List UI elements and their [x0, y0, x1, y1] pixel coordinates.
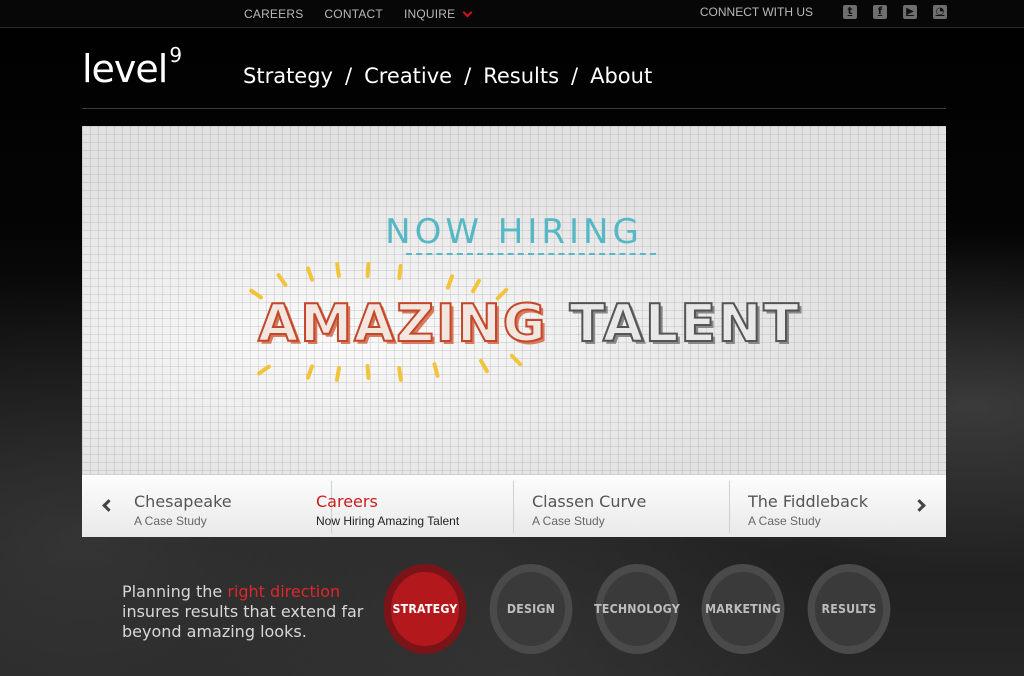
tagline: Planning the right direction insures res…	[122, 582, 372, 642]
careers-link[interactable]: CAREERS	[244, 7, 303, 21]
ray	[508, 352, 524, 368]
ray	[365, 363, 371, 381]
strategy-button[interactable]: STRATEGY	[383, 564, 467, 654]
logo[interactable]: level 9	[82, 45, 182, 91]
ray	[445, 273, 455, 291]
inquire-link[interactable]: INQUIRE	[403, 7, 473, 21]
nav-separator: /	[464, 64, 472, 88]
ray	[305, 265, 315, 283]
carousel-item-subtitle: A Case Study	[532, 514, 605, 528]
connect-with-us: CONNECT WITH US t f ▶ ◔	[700, 5, 947, 19]
nav-separator: /	[571, 64, 579, 88]
rss-icon[interactable]: ◔	[933, 5, 947, 19]
chevron-left-icon[interactable]	[102, 499, 115, 512]
nav-about[interactable]: About	[590, 64, 652, 88]
carousel-item[interactable]: Careers Now Hiring Amazing Talent	[298, 481, 514, 533]
inquire-label: INQUIRE	[403, 7, 456, 21]
carousel-item-subtitle: A Case Study	[748, 514, 821, 528]
nav-creative[interactable]: Creative	[364, 64, 452, 88]
connect-label: CONNECT WITH US	[699, 5, 813, 19]
ray	[275, 272, 289, 288]
carousel-item-title: Classen Curve	[532, 492, 647, 511]
service-buttons: STRATEGY DESIGN TECHNOLOGY MARKETING RES…	[380, 564, 894, 654]
carousel-item-subtitle: Now Hiring Amazing Talent	[316, 514, 460, 528]
top-bar: CAREERS CONTACT INQUIRE CONNECT WITH US …	[0, 0, 1024, 28]
hero-banner[interactable]: NOW HIRING AMAZING TALENT	[82, 126, 946, 474]
contact-link[interactable]: CONTACT	[324, 7, 383, 21]
carousel-track: Chesapeake A Case Study Careers Now Hiri…	[130, 481, 913, 533]
ray	[478, 358, 490, 374]
nav-strategy[interactable]: Strategy	[243, 64, 333, 88]
design-button[interactable]: DESIGN	[489, 564, 573, 654]
hero-tagline: AMAZING TALENT	[257, 293, 801, 355]
carousel-item[interactable]: Classen Curve A Case Study	[514, 481, 730, 533]
chevron-right-icon[interactable]	[913, 499, 926, 512]
results-button[interactable]: RESULTS	[807, 564, 891, 654]
logo-text: level	[82, 47, 168, 91]
ray	[397, 263, 403, 281]
marketing-button[interactable]: MARKETING	[701, 564, 785, 654]
amazing-word: AMAZING	[257, 293, 548, 355]
headline-underline	[406, 253, 656, 255]
carousel-item[interactable]: The Fiddleback A Case Study	[730, 481, 913, 533]
twitter-icon[interactable]: t	[843, 5, 857, 19]
ray	[431, 361, 441, 379]
header-divider	[82, 108, 946, 109]
nav-separator: /	[344, 64, 353, 88]
case-study-carousel: Chesapeake A Case Study Careers Now Hiri…	[82, 474, 946, 537]
logo-superscript: 9	[169, 43, 182, 68]
carousel-item-title: Careers	[316, 492, 378, 511]
ray	[334, 261, 342, 279]
ray	[334, 365, 342, 383]
youtube-icon[interactable]: ▶	[903, 5, 917, 19]
utility-nav: CAREERS CONTACT INQUIRE	[244, 7, 473, 21]
ray	[305, 363, 315, 381]
ray	[470, 278, 482, 294]
tagline-before: Planning the	[122, 582, 228, 601]
carousel-item-title: The Fiddleback	[748, 492, 868, 511]
tagline-highlight: right direction	[227, 582, 341, 601]
ray	[365, 261, 371, 279]
ray	[396, 365, 404, 383]
hero-headline: NOW HIRING	[385, 212, 643, 252]
facebook-icon[interactable]: f	[873, 5, 887, 19]
tagline-after: insures results that extend far beyond a…	[122, 602, 364, 641]
chevron-down-icon	[462, 7, 473, 17]
ray	[256, 363, 272, 377]
main-nav: Strategy / Creative / Results / About	[243, 64, 652, 88]
talent-word: TALENT	[568, 293, 801, 355]
technology-button[interactable]: TECHNOLOGY	[594, 564, 680, 654]
nav-results[interactable]: Results	[483, 64, 559, 88]
